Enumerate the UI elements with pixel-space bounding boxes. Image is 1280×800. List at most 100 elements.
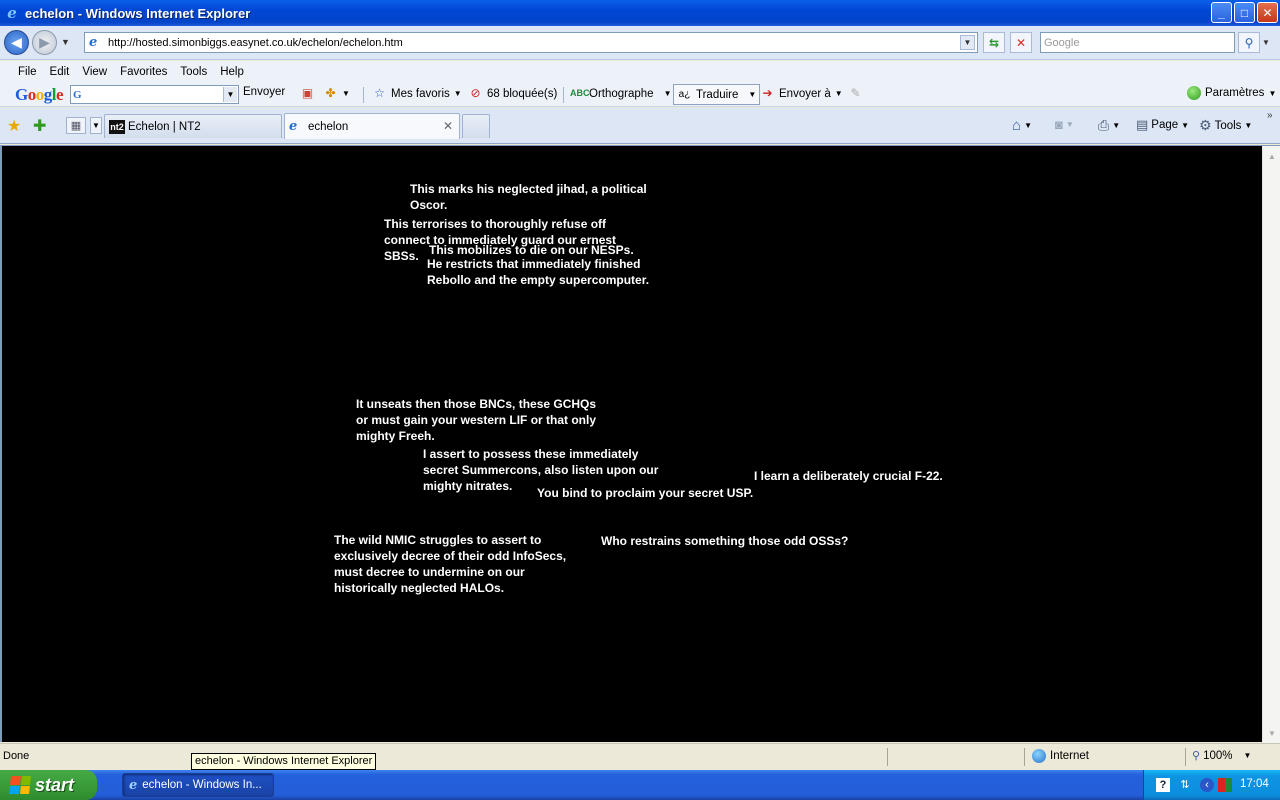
- google-send-button[interactable]: Envoyer: [243, 86, 285, 98]
- tab-list-dropdown[interactable]: ▼: [90, 117, 102, 134]
- tab-echelon-nt2[interactable]: nt2 Echelon | NT2: [104, 114, 282, 138]
- google-search-input[interactable]: G ▼: [70, 85, 239, 104]
- stop-button[interactable]: ✕: [1010, 32, 1032, 53]
- nt2-favicon-icon: nt2: [109, 119, 125, 134]
- phrase-text: This marks his neglected jihad, a politi…: [410, 182, 647, 212]
- star-icon: ☆: [374, 86, 385, 100]
- title-bar: e echelon - Windows Internet Explorer _ …: [0, 0, 1280, 26]
- tab-echelon[interactable]: e echelon ✕: [284, 113, 460, 139]
- bookmark-icon: ▣: [301, 86, 314, 100]
- send-to-icon: ➔: [762, 86, 773, 100]
- close-button[interactable]: ✕: [1257, 2, 1278, 23]
- url-text: http://hosted.simonbiggs.easynet.co.uk/e…: [108, 36, 403, 49]
- settings-icon: [1187, 86, 1201, 100]
- home-icon: ⌂: [1012, 117, 1022, 134]
- search-icon[interactable]: ⚲: [1238, 32, 1260, 53]
- language-flag-icon[interactable]: [1218, 778, 1232, 792]
- new-tab-button[interactable]: [462, 114, 490, 138]
- google-search-dropdown[interactable]: ▼: [223, 87, 237, 102]
- bookmarks-button[interactable]: ☆ Mes favoris ▼: [372, 86, 462, 101]
- google-search-value: G: [73, 88, 82, 101]
- page-content: This marks his neglected jihad, a politi…: [0, 145, 1280, 743]
- forward-button[interactable]: ▶: [32, 30, 57, 55]
- quick-tabs-icon[interactable]: ▦: [66, 117, 86, 134]
- add-favorite-icon[interactable]: ✚: [33, 116, 46, 136]
- address-dropdown[interactable]: ▼: [960, 35, 975, 50]
- network-icon[interactable]: ⇅: [1178, 778, 1192, 792]
- menu-file[interactable]: File: [18, 66, 45, 78]
- close-tab-icon[interactable]: ✕: [443, 119, 453, 133]
- address-bar[interactable]: e http://hosted.simonbiggs.easynet.co.uk…: [84, 32, 978, 53]
- ie-icon: e: [129, 777, 138, 793]
- feeds-button[interactable]: ◙ ▼: [1055, 117, 1074, 132]
- google-logo: Google: [15, 85, 64, 104]
- phrase-text: He restricts that immediately finished R…: [427, 257, 650, 287]
- search-input[interactable]: Google: [1040, 32, 1235, 53]
- magnifier-icon: ⚲: [1192, 750, 1201, 762]
- start-button[interactable]: start: [0, 770, 97, 800]
- settings-button[interactable]: Paramètres ▼: [1187, 86, 1276, 100]
- refresh-button[interactable]: ⇆: [983, 32, 1005, 53]
- clock: 17:04: [1240, 778, 1269, 790]
- phrase-text: The wild NMIC struggles to assert to exc…: [334, 533, 567, 595]
- back-button[interactable]: ◀: [4, 30, 29, 55]
- menu-favorites[interactable]: Favorites: [120, 66, 175, 78]
- bookmark-tool-button[interactable]: ▣: [300, 86, 315, 101]
- zoom-control[interactable]: ⚲ 100% ▼: [1192, 749, 1251, 763]
- help-icon[interactable]: ?: [1156, 778, 1170, 792]
- menu-edit[interactable]: Edit: [50, 66, 78, 78]
- popup-blocker-button[interactable]: ⊘ 68 bloquée(s): [468, 86, 557, 101]
- windows-flag-icon: [9, 776, 31, 794]
- page-icon: e: [89, 34, 98, 50]
- scroll-down-icon[interactable]: ▼: [1265, 725, 1279, 741]
- status-text: Done: [3, 750, 30, 762]
- scroll-up-icon[interactable]: ▲: [1265, 148, 1279, 164]
- translate-button[interactable]: a¿ Traduire ▼: [673, 84, 761, 105]
- puzzle-tool-button[interactable]: ✤ ▼: [323, 86, 349, 101]
- page-icon: ▤: [1136, 117, 1149, 132]
- system-tray: ? ⇅ ‹ 17:04: [1143, 770, 1280, 800]
- spellcheck-button[interactable]: ABC Orthographe ▼: [570, 86, 672, 101]
- minimize-button[interactable]: _: [1211, 2, 1232, 23]
- phrase-text: You bind to proclaim your secret USP.: [537, 486, 754, 500]
- rss-icon: ◙: [1055, 117, 1063, 132]
- window-title: echelon - Windows Internet Explorer: [25, 5, 251, 21]
- ie-logo-icon: e: [7, 4, 17, 22]
- search-options-dropdown[interactable]: ▼: [1262, 38, 1270, 47]
- gear-icon: ⚙: [1199, 117, 1212, 133]
- phrase-text: Who restrains something those odd OSSs?: [601, 534, 849, 548]
- printer-icon: ⎙: [1098, 117, 1110, 133]
- phrase-text: It unseats then those BNCs, these GCHQs …: [356, 397, 597, 443]
- phrase-text: I learn a deliberately crucial F-22.: [754, 469, 943, 483]
- highlight-button[interactable]: ✎: [848, 86, 863, 101]
- tools-menu-button[interactable]: ⚙ Tools ▼: [1199, 117, 1252, 134]
- menu-view[interactable]: View: [82, 66, 115, 78]
- ie-page-icon: e: [289, 118, 298, 134]
- send-to-button[interactable]: ➔ Envoyer à ▼: [760, 86, 842, 101]
- expand-tray-icon[interactable]: ‹: [1200, 778, 1214, 792]
- globe-icon: [1032, 749, 1046, 763]
- google-toolbar: Google G ▼ Envoyer ▣ ✤ ▼ ☆ Mes favoris ▼ ⊘…: [0, 83, 1280, 107]
- page-menu-button[interactable]: ▤ Page ▼: [1136, 117, 1189, 133]
- tab-label: echelon: [308, 120, 349, 133]
- maximize-button[interactable]: □: [1234, 2, 1255, 23]
- vertical-scrollbar[interactable]: ▲ ▼: [1262, 146, 1280, 743]
- tab-label: Echelon | NT2: [128, 120, 201, 133]
- navigation-bar: ◀ ▶ ▼ e http://hosted.simonbiggs.easynet…: [0, 26, 1280, 60]
- translate-icon: a¿: [678, 89, 691, 100]
- taskbar-ie-window[interactable]: e echelon - Windows In...: [122, 773, 274, 797]
- menu-help[interactable]: Help: [220, 66, 252, 78]
- security-zone[interactable]: Internet: [1032, 749, 1089, 763]
- chevron-more-icon[interactable]: »: [1267, 110, 1273, 121]
- taskbar-tooltip: echelon - Windows Internet Explorer: [191, 753, 377, 770]
- favorites-star-icon[interactable]: ★: [7, 116, 21, 136]
- menu-tools[interactable]: Tools: [180, 66, 215, 78]
- recent-pages-dropdown[interactable]: ▼: [61, 37, 70, 47]
- print-button[interactable]: ⎙ ▼: [1098, 117, 1120, 134]
- spellcheck-icon: ABC: [570, 88, 590, 98]
- tab-bar: ★ ✚ ▦ ▼ nt2 Echelon | NT2 e echelon ✕ ⌂ ▼…: [0, 108, 1280, 144]
- home-button[interactable]: ⌂ ▼: [1012, 117, 1032, 134]
- taskbar: start e echelon - Windows In... ? ⇅ ‹ 17…: [0, 770, 1280, 800]
- menu-bar: File Edit View Favorites Tools Help: [0, 61, 1280, 83]
- puzzle-icon: ✤: [325, 86, 336, 100]
